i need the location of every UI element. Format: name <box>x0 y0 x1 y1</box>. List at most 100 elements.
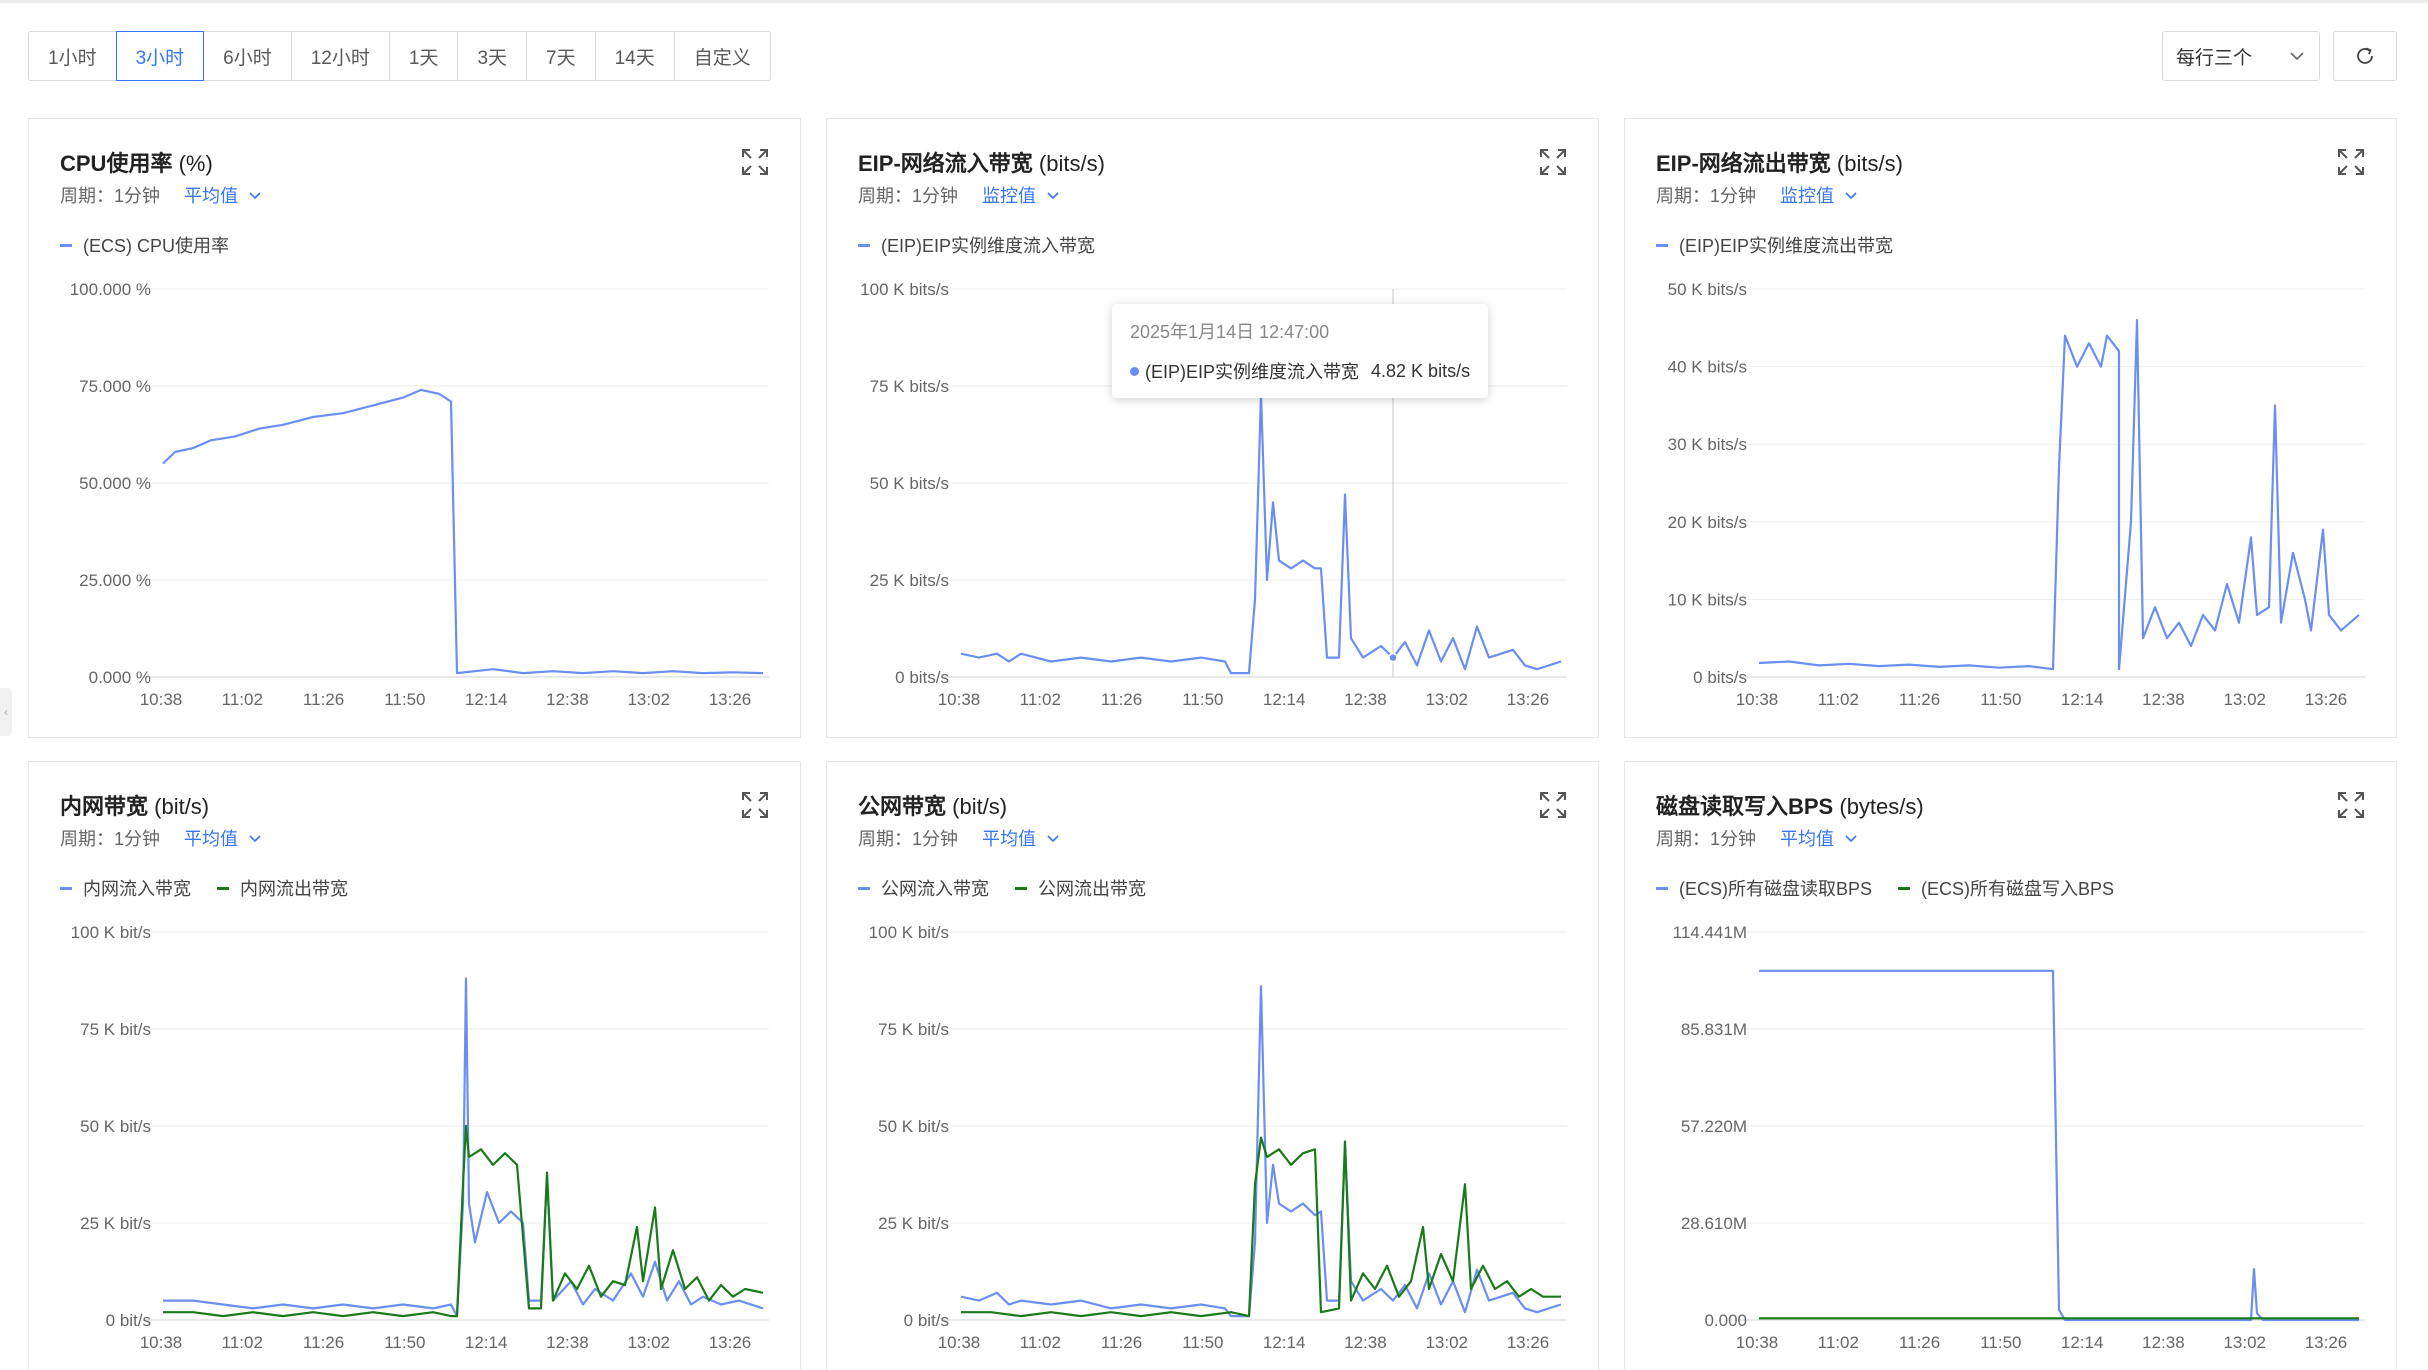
y-tick-label: 50 K bit/s <box>80 1117 151 1136</box>
hover-point <box>1388 652 1398 663</box>
range-button-5[interactable]: 3天 <box>457 31 528 81</box>
per-row-select[interactable]: 每行三个 <box>2162 31 2320 81</box>
series-line-0 <box>960 985 1562 1318</box>
line-chart[interactable]: 100 K bit/s 75 K bit/s 50 K bit/s 25 K bit/… <box>29 762 802 1370</box>
x-tick-label: 13:02 <box>2223 1333 2266 1352</box>
x-tick-label: 13:26 <box>709 690 752 709</box>
x-tick-label: 10:38 <box>938 690 981 709</box>
range-button-7[interactable]: 14天 <box>594 31 675 81</box>
series-line-0 <box>162 388 764 675</box>
x-tick-label: 11:02 <box>1818 1333 1859 1352</box>
series-line-1 <box>961 1136 1561 1318</box>
x-tick-label: 13:26 <box>1507 1333 1550 1352</box>
x-tick-label: 11:26 <box>303 690 344 709</box>
top-divider <box>0 0 2428 3</box>
range-button-1[interactable]: 3小时 <box>115 31 205 81</box>
series-line-0 <box>960 392 1562 675</box>
x-tick-label: 13:02 <box>1425 1333 1468 1352</box>
y-tick-label: 30 K bits/s <box>1668 435 1747 454</box>
chevron-left-icon: ‹ <box>4 705 8 719</box>
x-tick-label: 11:26 <box>1101 690 1142 709</box>
y-tick-label: 25 K bit/s <box>878 1214 949 1233</box>
chevron-down-icon <box>2290 52 2304 61</box>
time-range-selector: 1小时 3小时 6小时 12小时 1天 3天 7天 14天 自定义 <box>28 31 771 81</box>
line-chart[interactable]: 100.000 % 75.000 % 50.000 % 25.000 % 0.000 %… <box>29 119 802 739</box>
y-tick-label: 0.000 % <box>89 668 151 687</box>
line-chart[interactable]: 100 K bit/s 75 K bit/s 50 K bit/s 25 K bit/… <box>827 762 1600 1370</box>
metric-card: EIP-网络流入带宽 (bits/s) 周期：1分钟 监控值 (EIP)EIP实例维度… <box>826 118 1599 738</box>
y-tick-label: 25.000 % <box>79 571 151 590</box>
x-tick-label: 12:38 <box>546 690 589 709</box>
refresh-button[interactable] <box>2333 31 2397 81</box>
y-tick-label: 25 K bits/s <box>870 571 949 590</box>
range-button-6[interactable]: 7天 <box>526 31 596 81</box>
range-button-0[interactable]: 1小时 <box>28 31 117 81</box>
x-tick-label: 11:50 <box>1182 1333 1223 1352</box>
y-tick-label: 25 K bit/s <box>80 1214 151 1233</box>
x-tick-label: 13:02 <box>2223 690 2266 709</box>
x-tick-label: 11:26 <box>1101 1333 1142 1352</box>
side-collapse-handle[interactable]: ‹ <box>0 688 12 736</box>
y-tick-label: 0 bit/s <box>106 1311 151 1330</box>
x-tick-label: 11:50 <box>384 690 425 709</box>
x-tick-label: 11:02 <box>1818 690 1859 709</box>
x-tick-label: 11:02 <box>222 690 263 709</box>
y-tick-label: 0 bits/s <box>895 668 949 687</box>
refresh-icon <box>2357 47 2373 64</box>
x-tick-label: 12:14 <box>1263 690 1306 709</box>
line-chart[interactable]: 114.441M 85.831M 57.220M 28.610M 0.000 10:38 1… <box>1625 762 2398 1370</box>
y-tick-label: 50 K bits/s <box>870 474 949 493</box>
per-row-label: 每行三个 <box>2176 47 2253 69</box>
tooltip-series: (EIP)EIP实例维度流入带宽 <box>1145 362 1360 382</box>
y-tick-label: 75 K bit/s <box>878 1020 949 1039</box>
metric-card: 内网带宽 (bit/s) 周期：1分钟 平均值 内网流入带宽 内网流出带宽 100 K b… <box>28 761 801 1370</box>
range-button-3[interactable]: 12小时 <box>290 31 390 81</box>
x-tick-label: 11:26 <box>303 1333 344 1352</box>
y-tick-label: 75 K bits/s <box>870 377 949 396</box>
x-tick-label: 13:02 <box>627 1333 670 1352</box>
y-tick-label: 28.610M <box>1681 1214 1747 1233</box>
y-tick-label: 100 K bit/s <box>71 923 151 942</box>
x-tick-label: 12:14 <box>1263 1333 1306 1352</box>
y-tick-label: 57.220M <box>1681 1117 1747 1136</box>
y-tick-label: 75.000 % <box>79 377 151 396</box>
y-tick-label: 50 K bits/s <box>1668 280 1747 299</box>
x-tick-label: 11:26 <box>1899 690 1940 709</box>
metric-card: 磁盘读取写入BPS (bytes/s) 周期：1分钟 平均值 (ECS)所有磁盘读取B… <box>1624 761 2397 1370</box>
chart-tooltip: 2025年1月14日 12:47:00 (EIP)EIP实例维度流入带宽 4.82 … <box>1112 304 1489 398</box>
x-tick-label: 13:26 <box>709 1333 752 1352</box>
y-tick-label: 0 bit/s <box>904 1311 949 1330</box>
series-line-0 <box>1758 318 2360 671</box>
y-tick-label: 85.831M <box>1681 1020 1747 1039</box>
x-tick-label: 13:26 <box>2305 1333 2348 1352</box>
line-chart[interactable]: 100 K bits/s 75 K bits/s 50 K bits/s 25 K b… <box>827 119 1600 739</box>
y-tick-label: 100 K bits/s <box>860 280 949 299</box>
x-tick-label: 13:02 <box>627 690 670 709</box>
x-tick-label: 11:50 <box>384 1333 425 1352</box>
x-tick-label: 11:02 <box>222 1333 263 1352</box>
y-tick-label: 100 K bit/s <box>869 923 949 942</box>
x-tick-label: 12:14 <box>2061 1333 2104 1352</box>
x-tick-label: 12:38 <box>546 1333 589 1352</box>
metric-card: CPU使用率 (%) 周期：1分钟 平均值 (ECS) CPU使用率 100.000 %… <box>28 118 801 738</box>
x-tick-label: 11:50 <box>1980 1333 2021 1352</box>
series-line-0 <box>1759 969 2359 1322</box>
range-button-8[interactable]: 自定义 <box>673 31 771 81</box>
x-tick-label: 10:38 <box>938 1333 981 1352</box>
y-tick-label: 0.000 <box>1704 1311 1747 1330</box>
y-tick-label: 50 K bit/s <box>878 1117 949 1136</box>
line-chart[interactable]: 50 K bits/s 40 K bits/s 30 K bits/s 20 K bi… <box>1625 119 2398 739</box>
range-button-4[interactable]: 1天 <box>388 31 459 81</box>
y-tick-label: 40 K bits/s <box>1668 358 1747 377</box>
metric-card: EIP-网络流出带宽 (bits/s) 周期：1分钟 监控值 (EIP)EIP实例维度… <box>1624 118 2397 738</box>
x-tick-label: 12:38 <box>2142 1333 2185 1352</box>
x-tick-label: 13:02 <box>1425 690 1468 709</box>
y-tick-label: 114.441M <box>1673 923 1747 942</box>
range-button-2[interactable]: 6小时 <box>203 31 292 81</box>
x-tick-label: 12:38 <box>1344 1333 1387 1352</box>
x-tick-label: 10:38 <box>140 1333 183 1352</box>
y-tick-label: 10 K bits/s <box>1668 590 1747 609</box>
y-tick-label: 75 K bit/s <box>80 1020 151 1039</box>
tooltip-row: (EIP)EIP实例维度流入带宽 4.82 K bits/s <box>1130 358 1470 384</box>
tooltip-time: 2025年1月14日 12:47:00 <box>1130 322 1330 342</box>
